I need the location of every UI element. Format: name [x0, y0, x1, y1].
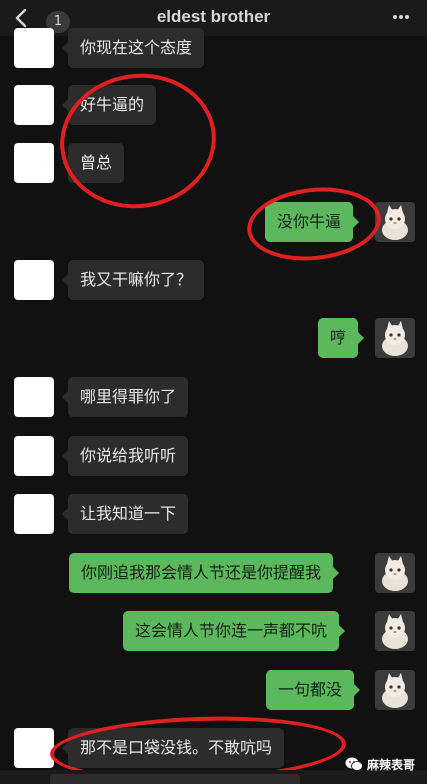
- avatar[interactable]: [375, 318, 415, 358]
- message-bubble[interactable]: 你刚追我那会情人节还是你提醒我: [69, 553, 340, 593]
- avatar[interactable]: [14, 436, 54, 476]
- message-bubble[interactable]: 哪里得罪你了: [61, 377, 189, 417]
- chat-title: eldest brother: [156, 7, 271, 26]
- more-dots-icon[interactable]: [391, 6, 411, 28]
- watermark: 麻辣表哥: [345, 754, 425, 776]
- message-input[interactable]: [50, 774, 300, 784]
- message-bubble[interactable]: 这会情人节你连一声都不吭: [123, 611, 346, 651]
- message-bubble[interactable]: 你说给我听听: [61, 436, 189, 476]
- avatar[interactable]: [14, 728, 54, 768]
- avatar[interactable]: [14, 377, 54, 417]
- avatar[interactable]: [14, 494, 54, 534]
- avatar-cat-icon: [375, 318, 415, 358]
- avatar-cat-icon: [375, 202, 415, 242]
- avatar[interactable]: [375, 202, 415, 242]
- message-bubble[interactable]: 那不是口袋没钱。不敢吭吗: [61, 728, 285, 768]
- avatar[interactable]: [14, 28, 54, 68]
- avatar[interactable]: [14, 260, 54, 300]
- avatar[interactable]: [375, 611, 415, 651]
- message-bubble[interactable]: 我又干嘛你了？: [61, 260, 205, 300]
- avatar[interactable]: [14, 85, 54, 125]
- avatar-cat-icon: [375, 670, 415, 710]
- message-bubble[interactable]: 你现在这个态度: [61, 28, 205, 68]
- message-bubble[interactable]: 让我知道一下: [61, 494, 189, 534]
- avatar[interactable]: [375, 670, 415, 710]
- message-bubble[interactable]: 一句都没: [266, 670, 361, 710]
- message-bubble[interactable]: 好牛逼的: [61, 85, 157, 125]
- avatar-cat-icon: [375, 553, 415, 593]
- chat-header: 1 eldest brother: [0, 0, 427, 36]
- watermark-text: 麻辣表哥: [367, 758, 416, 772]
- message-bubble[interactable]: 没你牛逼: [265, 202, 360, 242]
- avatar[interactable]: [14, 143, 54, 183]
- avatar[interactable]: [375, 553, 415, 593]
- avatar-cat-icon: [375, 611, 415, 651]
- wechat-logo-icon: [345, 757, 363, 771]
- message-bubble[interactable]: 哼: [318, 318, 365, 358]
- message-bubble[interactable]: 曾总: [61, 143, 125, 183]
